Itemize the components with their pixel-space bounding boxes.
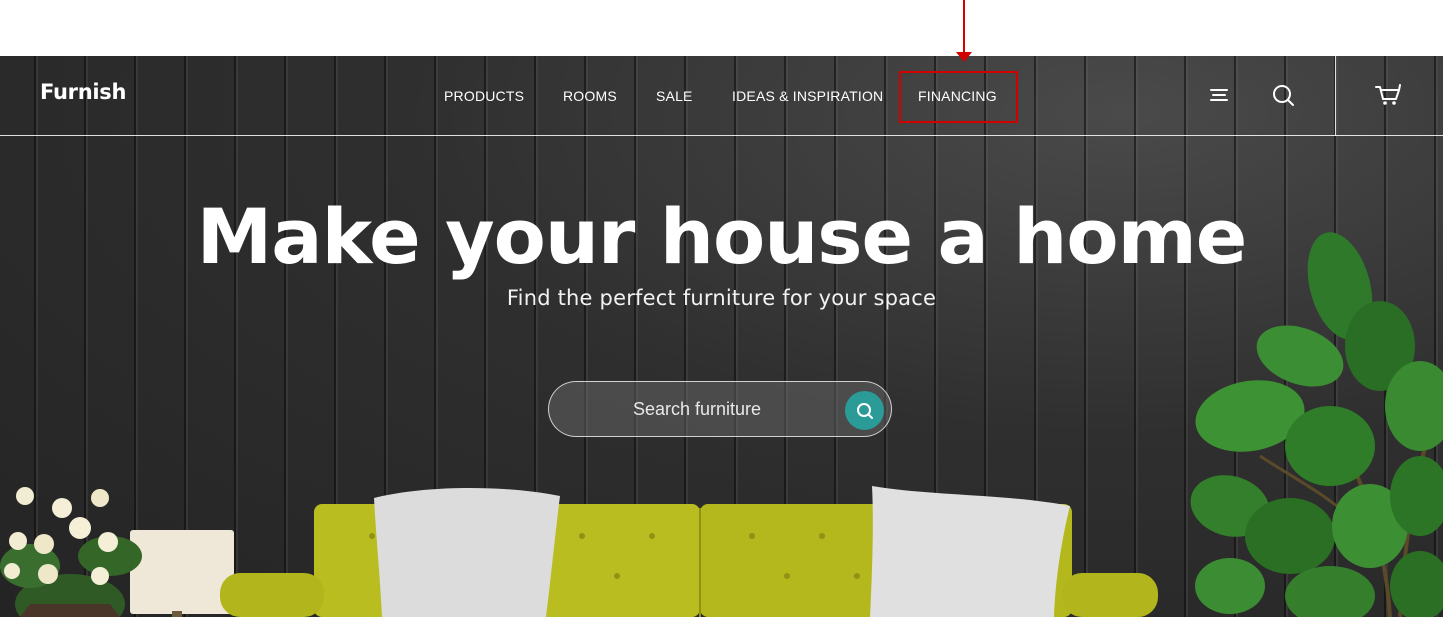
hero-background-scene [0,232,1443,617]
search-submit-icon [857,403,873,419]
site-logo[interactable]: Furnish [40,80,126,104]
top-whitespace [0,0,1443,56]
hero-subtitle: Find the perfect furniture for your spac… [506,286,937,310]
menu-icon[interactable] [1206,82,1232,108]
search-icon[interactable] [1270,82,1296,108]
annotation-arrow-head [956,52,972,62]
top-navigation-bar: Furnish PRODUCTS ROOMS SALE IDEAS & INSP… [0,56,1443,136]
annotation-highlight-box [899,71,1018,123]
annotation-arrow-shaft [963,0,965,56]
nav-divider [1335,56,1336,136]
nav-item-sale[interactable]: SALE [656,88,693,104]
hero-section: Furnish PRODUCTS ROOMS SALE IDEAS & INSP… [0,56,1443,617]
nav-item-products[interactable]: PRODUCTS [444,88,524,104]
search-placeholder-text: Search furniture [633,399,762,419]
sofa-illustration [220,486,1158,617]
flower-pot-illustration [0,487,142,617]
plant-illustration [1190,232,1443,617]
cart-icon[interactable] [1374,82,1401,108]
lamp-illustration [130,530,234,617]
nav-item-ideas-inspiration[interactable]: IDEAS & INSPIRATION [732,88,883,104]
furniture-search-input[interactable]: Search furniture [548,381,892,437]
search-submit-button[interactable] [845,391,884,430]
hero-headline: Make your house a home [196,192,1248,281]
nav-item-rooms[interactable]: ROOMS [563,88,617,104]
